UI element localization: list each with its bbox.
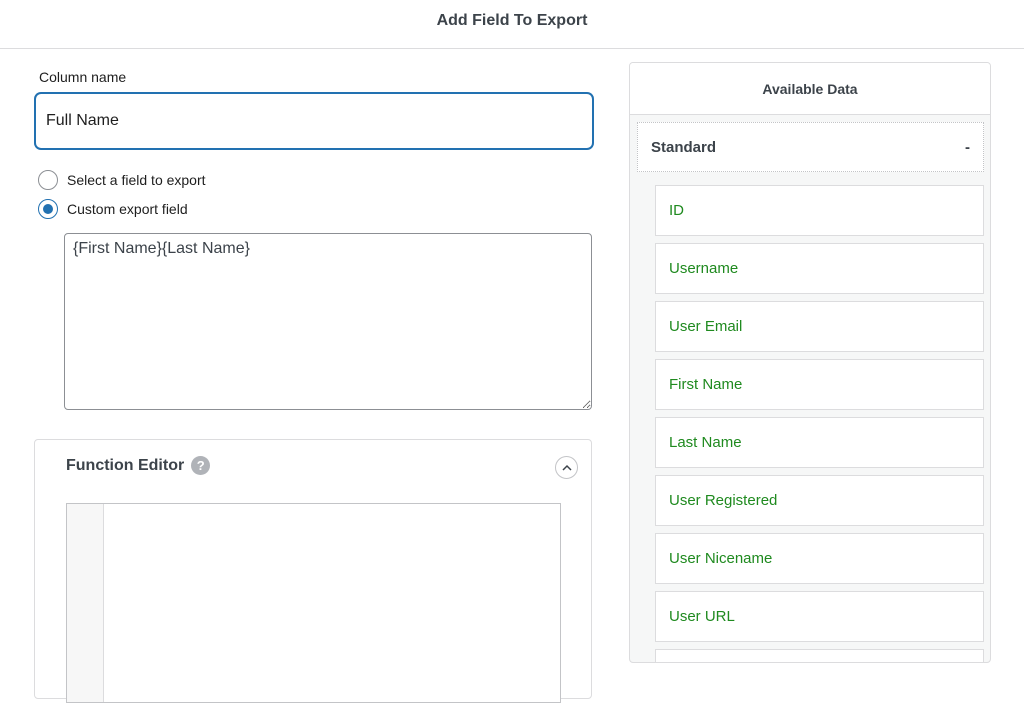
field-item[interactable]: First Name bbox=[655, 359, 984, 410]
custom-field-option[interactable]: Custom export field bbox=[38, 199, 188, 219]
select-field-label: Select a field to export bbox=[67, 172, 206, 188]
field-item[interactable]: ID bbox=[655, 185, 984, 236]
code-editor[interactable] bbox=[66, 503, 561, 703]
select-field-option[interactable]: Select a field to export bbox=[38, 170, 206, 190]
available-data-title: Available Data bbox=[630, 63, 990, 115]
collapse-button[interactable] bbox=[555, 456, 578, 479]
help-icon[interactable]: ? bbox=[191, 456, 211, 475]
dialog-title: Add Field To Export bbox=[436, 12, 588, 29]
field-item[interactable]: User Email bbox=[655, 301, 984, 352]
field-list: ID Username User Email First Name Last N… bbox=[655, 185, 984, 662]
chevron-up-icon bbox=[561, 464, 572, 471]
section-label: Standard bbox=[651, 138, 717, 156]
field-item[interactable] bbox=[655, 649, 984, 662]
function-editor-panel: Function Editor ? bbox=[34, 439, 592, 703]
available-data-panel: Available Data Standard - ID Username Us… bbox=[629, 62, 991, 663]
custom-field-label: Custom export field bbox=[67, 201, 188, 217]
dialog-header: Add Field To Export bbox=[0, 0, 1024, 49]
custom-field-radio[interactable] bbox=[38, 199, 58, 219]
custom-export-textarea[interactable]: {First Name}{Last Name} bbox=[64, 233, 592, 410]
standard-section-toggle[interactable]: Standard - bbox=[637, 122, 984, 172]
function-editor-title: Function Editor ? bbox=[66, 456, 211, 475]
select-field-radio[interactable] bbox=[38, 170, 58, 190]
field-item[interactable]: User Registered bbox=[655, 475, 984, 526]
collapse-toggle-icon: - bbox=[965, 138, 970, 156]
function-editor-title-text: Function Editor bbox=[66, 456, 185, 474]
field-item[interactable]: User URL bbox=[655, 591, 984, 642]
column-name-input[interactable] bbox=[35, 93, 593, 149]
code-gutter bbox=[67, 504, 104, 702]
field-item[interactable]: Last Name bbox=[655, 417, 984, 468]
column-name-label: Column name bbox=[39, 69, 127, 85]
field-item[interactable]: Username bbox=[655, 243, 984, 294]
field-item[interactable]: User Nicename bbox=[655, 533, 984, 584]
